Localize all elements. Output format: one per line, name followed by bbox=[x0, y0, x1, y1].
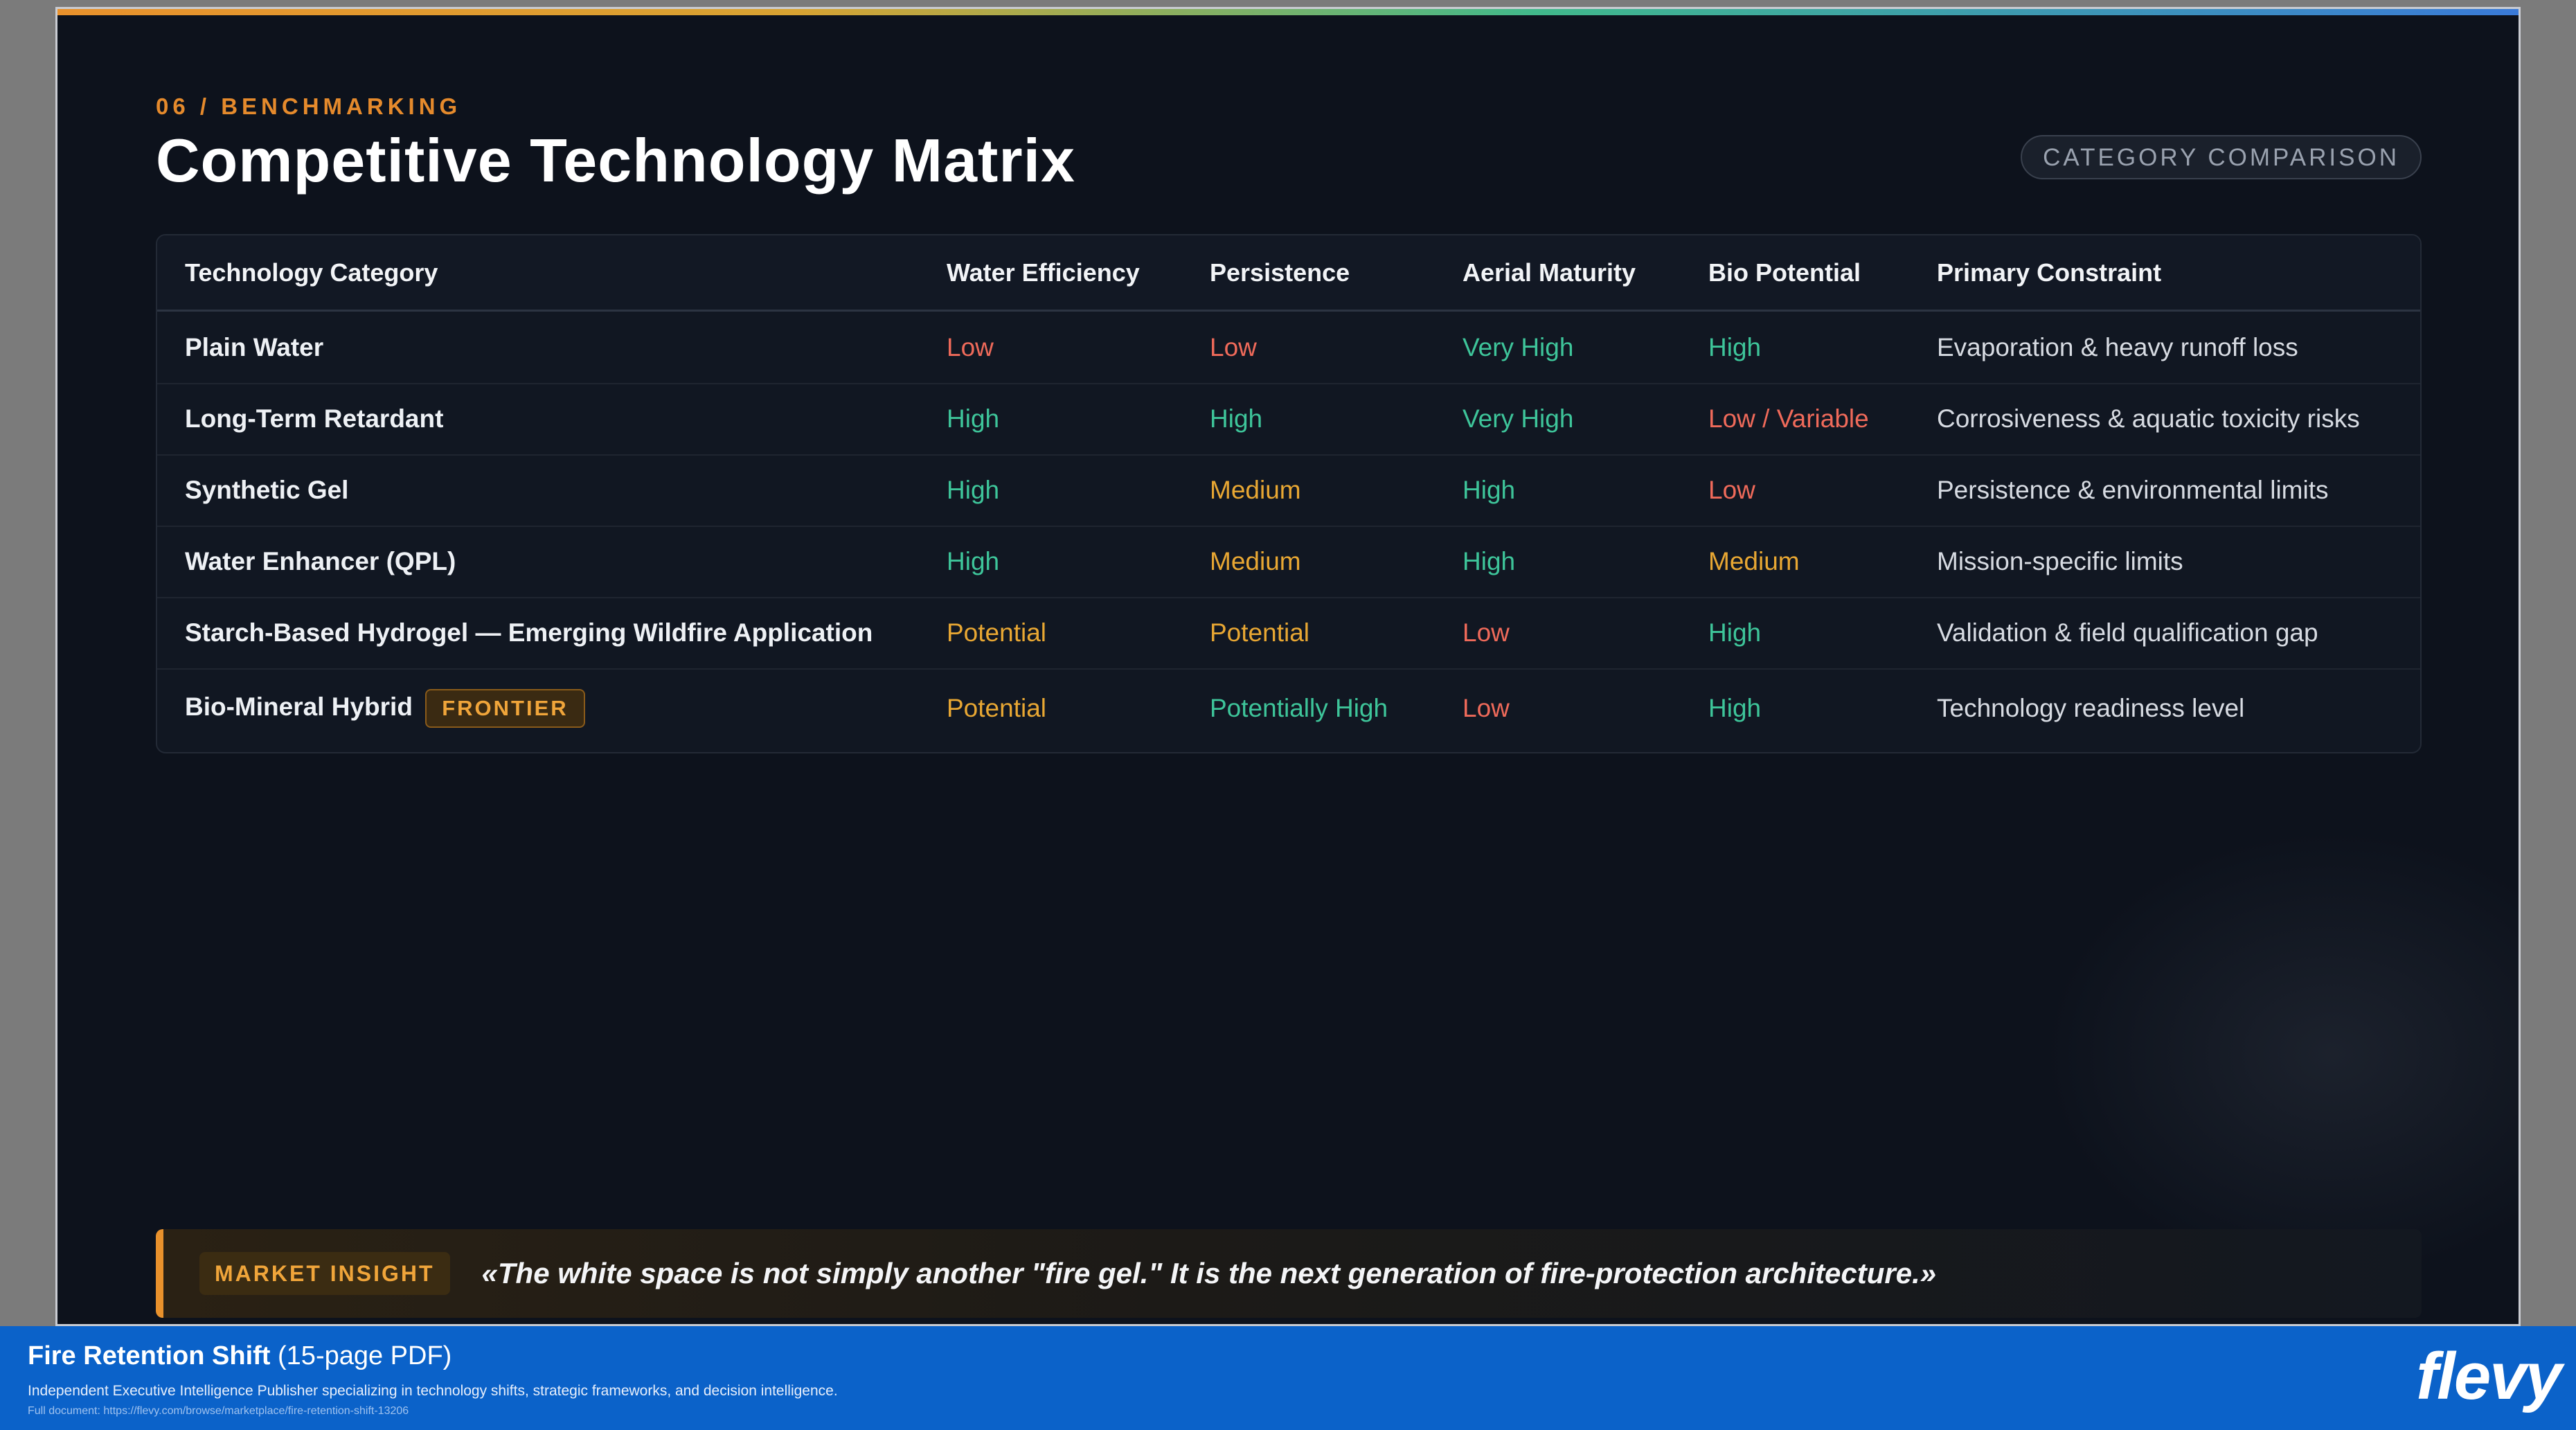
publisher-footer: Fire Retention Shift (15-page PDF) Indep… bbox=[0, 1326, 2576, 1430]
persistence-value: High bbox=[1210, 404, 1263, 433]
water-efficiency-value: Low bbox=[947, 332, 994, 361]
primary-constraint-value: Mission-specific limits bbox=[1937, 546, 2183, 575]
aerial-maturity-value: Low bbox=[1463, 618, 1510, 647]
full-document-link[interactable]: Full document: https://flevy.com/browse/… bbox=[28, 1405, 409, 1418]
footer-title: Fire Retention Shift (15-page PDF) bbox=[28, 1341, 451, 1371]
slide-canvas: 06 / BENCHMARKING Competitive Technology… bbox=[55, 7, 2521, 1326]
column-header-persistence: Persistence bbox=[1210, 258, 1350, 287]
primary-constraint-value: Evaporation & heavy runoff loss bbox=[1937, 332, 2298, 361]
table-row: Long-Term Retardant High High Very High … bbox=[157, 383, 2420, 456]
bio-potential-value: High bbox=[1708, 332, 1762, 361]
row-name: Synthetic Gel bbox=[185, 475, 349, 504]
row-name: Long-Term Retardant bbox=[185, 404, 444, 433]
water-efficiency-value: Potential bbox=[947, 618, 1046, 647]
table-row: Bio-Mineral Hybrid FRONTIER Potential Po… bbox=[157, 668, 2420, 748]
water-efficiency-value: High bbox=[947, 475, 1000, 504]
section-kicker: 06 / BENCHMARKING bbox=[156, 93, 462, 119]
persistence-value: Low bbox=[1210, 332, 1257, 361]
table-row: Plain Water Low Low Very High High Evapo… bbox=[157, 312, 2420, 384]
bio-potential-value: Low / Variable bbox=[1708, 404, 1869, 433]
aerial-maturity-value: High bbox=[1463, 546, 1516, 575]
primary-constraint-value: Technology readiness level bbox=[1937, 693, 2245, 722]
aerial-maturity-value: High bbox=[1463, 475, 1516, 504]
accent-gradient-bar bbox=[57, 9, 2519, 15]
background-glow bbox=[2020, 812, 2519, 1296]
persistence-value: Potentially High bbox=[1210, 693, 1388, 722]
flevy-logo[interactable]: flevy bbox=[2416, 1339, 2562, 1415]
persistence-value: Potential bbox=[1210, 618, 1309, 647]
column-header-technology-category: Technology Category bbox=[185, 258, 438, 287]
water-efficiency-value: Potential bbox=[947, 693, 1046, 722]
bio-potential-value: Medium bbox=[1708, 546, 1800, 575]
market-insight-tag: MARKET INSIGHT bbox=[199, 1252, 450, 1295]
bio-potential-value: High bbox=[1708, 693, 1762, 722]
row-name: Bio-Mineral Hybrid FRONTIER bbox=[185, 688, 585, 728]
persistence-value: Medium bbox=[1210, 475, 1301, 504]
document-title: Fire Retention Shift bbox=[28, 1341, 271, 1370]
category-comparison-pill: CATEGORY COMPARISON bbox=[2021, 135, 2422, 179]
frontier-badge: FRONTIER bbox=[425, 688, 585, 728]
bio-potential-value: Low bbox=[1708, 475, 1755, 504]
water-efficiency-value: High bbox=[947, 404, 1000, 433]
column-header-aerial-maturity: Aerial Maturity bbox=[1463, 258, 1636, 287]
table-row: Starch-Based Hydrogel — Emerging Wildfir… bbox=[157, 597, 2420, 670]
row-name: Starch-Based Hydrogel — Emerging Wildfir… bbox=[185, 618, 873, 647]
footer-subtitle: Independent Executive Intelligence Publi… bbox=[28, 1383, 838, 1399]
market-insight-quote: «The white space is not simply another "… bbox=[481, 1257, 1937, 1289]
document-page-count: (15-page PDF) bbox=[278, 1341, 452, 1370]
technology-matrix-table: Technology Category Water Efficiency Per… bbox=[156, 234, 2422, 753]
row-name: Water Enhancer (QPL) bbox=[185, 546, 456, 575]
aerial-maturity-value: Very High bbox=[1463, 332, 1574, 361]
table-header-row: Technology Category Water Efficiency Per… bbox=[157, 235, 2420, 312]
persistence-value: Medium bbox=[1210, 546, 1301, 575]
market-insight-callout: MARKET INSIGHT «The white space is not s… bbox=[156, 1229, 2422, 1318]
table-row: Synthetic Gel High Medium High Low Persi… bbox=[157, 454, 2420, 527]
aerial-maturity-value: Very High bbox=[1463, 404, 1574, 433]
bio-potential-value: High bbox=[1708, 618, 1762, 647]
primary-constraint-value: Validation & field qualification gap bbox=[1937, 618, 2318, 647]
column-header-bio-potential: Bio Potential bbox=[1708, 258, 1861, 287]
primary-constraint-value: Corrosiveness & aquatic toxicity risks bbox=[1937, 404, 2360, 433]
water-efficiency-value: High bbox=[947, 546, 1000, 575]
column-header-primary-constraint: Primary Constraint bbox=[1937, 258, 2162, 287]
page-title: Competitive Technology Matrix bbox=[156, 126, 1075, 195]
primary-constraint-value: Persistence & environmental limits bbox=[1937, 475, 2329, 504]
row-name-text: Bio-Mineral Hybrid bbox=[185, 692, 413, 721]
row-name: Plain Water bbox=[185, 332, 324, 361]
aerial-maturity-value: Low bbox=[1463, 693, 1510, 722]
column-header-water-efficiency: Water Efficiency bbox=[947, 258, 1140, 287]
table-row: Water Enhancer (QPL) High Medium High Me… bbox=[157, 526, 2420, 598]
